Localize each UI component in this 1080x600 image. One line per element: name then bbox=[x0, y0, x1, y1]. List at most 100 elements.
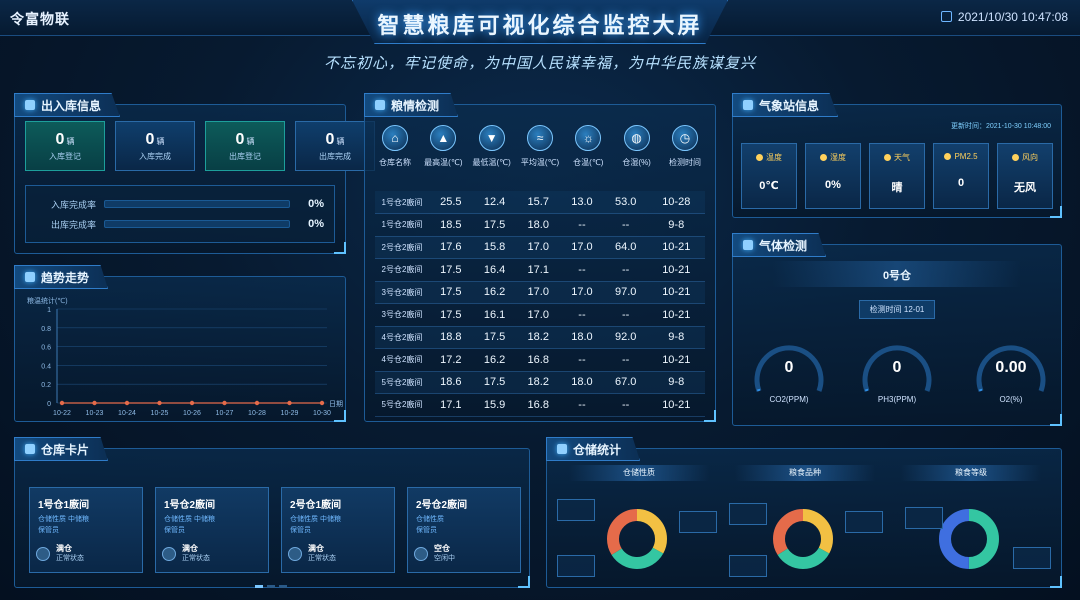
pie-chart-icon bbox=[557, 444, 567, 454]
donut-label-tag bbox=[557, 499, 595, 521]
table-cell: 9-8 bbox=[647, 326, 705, 349]
warehouse-card[interactable]: 2号仓1廒间 仓储性质 中储粮 保管员 满仓 正常状态 bbox=[281, 487, 395, 573]
table-row[interactable]: 2号仓2廒间 17.5 16.4 17.1 -- -- 10-21 bbox=[375, 258, 705, 282]
grain-column: ⌂ 仓库名称 bbox=[375, 125, 415, 168]
status-text: 满仓 bbox=[308, 544, 324, 553]
warehouse-name-cell: 3号仓2廒间 bbox=[375, 281, 429, 304]
table-cell: 53.0 bbox=[603, 191, 648, 214]
warehouse-name-cell: 1号仓2廒间 bbox=[375, 191, 429, 214]
weather-label: 温度 bbox=[756, 152, 782, 163]
data-point[interactable] bbox=[287, 400, 292, 406]
table-cell: -- bbox=[603, 303, 648, 327]
data-point[interactable] bbox=[124, 400, 130, 406]
warehouse-card-keeper: 保管员 bbox=[38, 527, 59, 534]
title-banner: 智慧粮库可视化综合监控大屏 bbox=[352, 0, 728, 44]
status-subtext: 正常状态 bbox=[56, 555, 84, 562]
gas-icon bbox=[743, 240, 753, 250]
table-cell: 12.4 bbox=[472, 191, 517, 214]
carousel-dot[interactable] bbox=[279, 585, 287, 588]
weather-card: 风向 无风 bbox=[997, 143, 1053, 209]
carousel-dots[interactable] bbox=[255, 585, 287, 588]
warehouse-card[interactable]: 1号仓1廒间 仓储性质 中储粮 保管员 满仓 正常状态 bbox=[29, 487, 143, 573]
weather-title-text: 气象站信息 bbox=[759, 98, 820, 113]
table-row[interactable]: 4号仓2廒间 17.2 16.2 16.8 -- -- 10-21 bbox=[375, 348, 705, 372]
table-cell: 17.0 bbox=[516, 303, 561, 327]
data-point[interactable] bbox=[189, 400, 195, 406]
slogan: 不忘初心，牢记使命，为中国人民谋幸福，为中华民族谋复兴 bbox=[323, 55, 756, 72]
table-cell: 10-21 bbox=[647, 303, 705, 327]
warehouse-card-name: 1号仓2廒间 bbox=[164, 500, 216, 511]
table-row[interactable]: 1号仓2廒间 18.5 17.5 18.0 -- -- 9-8 bbox=[375, 213, 705, 237]
kpi-outbound-registered[interactable]: 0 辆出库登记 bbox=[205, 121, 285, 171]
table-row[interactable]: 5号仓2廒间 18.6 17.5 18.2 18.0 67.0 9-8 bbox=[375, 371, 705, 394]
rate-label: 出库完成率 bbox=[50, 219, 96, 230]
warehouse-name-cell: 2号仓2廒间 bbox=[375, 258, 429, 282]
table-cell: 13.0 bbox=[560, 191, 604, 214]
table-cell: -- bbox=[560, 348, 604, 372]
grain-column: ◍ 仓湿(%) bbox=[617, 125, 657, 168]
table-cell: 15.8 bbox=[472, 236, 517, 259]
dust-icon bbox=[944, 153, 952, 160]
table-cell: 17.5 bbox=[429, 281, 473, 304]
table-cell: 18.8 bbox=[429, 326, 473, 349]
y-tick-label: 1 bbox=[47, 307, 51, 314]
table-cell: 17.2 bbox=[429, 348, 473, 372]
table-cell: 17.0 bbox=[560, 236, 604, 259]
data-point[interactable] bbox=[59, 400, 65, 406]
table-cell: 16.2 bbox=[472, 281, 517, 304]
table-cell: -- bbox=[560, 393, 604, 417]
kpi-outbound-completed[interactable]: 0 辆出库完成 bbox=[295, 121, 375, 171]
table-row[interactable]: 3号仓2廒间 17.5 16.2 17.0 17.0 97.0 10-21 bbox=[375, 281, 705, 304]
data-point[interactable] bbox=[254, 400, 260, 406]
carousel-dot[interactable] bbox=[255, 585, 263, 588]
storage-group-title: 粮食品种 bbox=[735, 465, 875, 481]
warehouse-card[interactable]: 2号仓2廒间 仓储性质 保管员 空仓 空闲中 bbox=[407, 487, 521, 573]
warehouse-card-name: 2号仓1廒间 bbox=[290, 500, 342, 511]
table-cell: 10-21 bbox=[647, 258, 705, 282]
table-cell: 25.5 bbox=[429, 191, 473, 214]
y-tick-label: 0.2 bbox=[41, 382, 51, 389]
gas-warehouse-name[interactable]: 0号仓 bbox=[733, 267, 1061, 283]
table-cell: -- bbox=[603, 213, 648, 237]
kpi-label: 出库完成 bbox=[319, 151, 351, 161]
data-point[interactable] bbox=[92, 400, 97, 406]
card-icon bbox=[25, 444, 35, 454]
table-row[interactable]: 4号仓2廒间 18.8 17.5 18.2 18.0 92.0 9-8 bbox=[375, 326, 705, 349]
sun-icon bbox=[884, 154, 891, 161]
table-row[interactable]: 5号仓2廒间 17.1 15.9 16.8 -- -- 10-21 bbox=[375, 393, 705, 417]
kpi-unit: 辆 bbox=[66, 136, 75, 146]
trend-panel: 趋势走势 粮温统计(℃) 0 0.2 0.4 0.6 0.8 1 10-22 10-23 10-2… bbox=[14, 265, 346, 422]
warehouse-card[interactable]: 1号仓2廒间 仓储性质 中储粮 保管员 满仓 正常状态 bbox=[155, 487, 269, 573]
gauge-label: CO2(PPM) bbox=[769, 395, 809, 404]
donut-label-tag bbox=[729, 555, 767, 577]
kpi-inbound-registered[interactable]: 0 辆入库登记 bbox=[25, 121, 105, 171]
donut-chart bbox=[939, 509, 999, 569]
donut-chart bbox=[607, 509, 667, 569]
data-point[interactable] bbox=[222, 400, 227, 406]
gas-time-box: 检测时间 12-01 bbox=[733, 299, 1061, 319]
table-cell: 18.0 bbox=[560, 371, 604, 394]
table-row[interactable]: 2号仓2廒间 17.6 15.8 17.0 17.0 64.0 10-21 bbox=[375, 236, 705, 259]
weather-label-text: 湿度 bbox=[830, 153, 846, 162]
table-cell: -- bbox=[560, 258, 604, 282]
data-point[interactable] bbox=[319, 400, 325, 406]
carousel-dot[interactable] bbox=[267, 585, 275, 588]
table-cell: 17.0 bbox=[560, 281, 604, 304]
storage-pie-nature bbox=[557, 489, 717, 589]
table-cell: -- bbox=[560, 303, 604, 327]
room-temp-icon: ☼ bbox=[575, 125, 602, 151]
humidity-icon: ◍ bbox=[623, 125, 650, 151]
table-row[interactable]: 1号仓2廒间 25.5 12.4 15.7 13.0 53.0 10-28 bbox=[375, 191, 705, 214]
weather-station-icon bbox=[743, 100, 753, 110]
kpi-inbound-completed[interactable]: 0 辆入库完成 bbox=[115, 121, 195, 171]
table-cell: 9-8 bbox=[647, 213, 705, 237]
x-tick-label: 10-29 bbox=[281, 410, 299, 417]
table-row[interactable]: 3号仓2廒间 17.5 16.1 17.0 -- -- 10-21 bbox=[375, 303, 705, 327]
truck-icon bbox=[25, 100, 35, 110]
donut-label-tag bbox=[845, 511, 883, 533]
weather-label-text: 风向 bbox=[1022, 153, 1038, 162]
storage-group-title: 粮食等级 bbox=[901, 465, 1041, 481]
data-point[interactable] bbox=[157, 400, 162, 406]
weather-label: PM2.5 bbox=[944, 152, 978, 161]
gauge-label: PH3(PPM) bbox=[877, 395, 917, 404]
